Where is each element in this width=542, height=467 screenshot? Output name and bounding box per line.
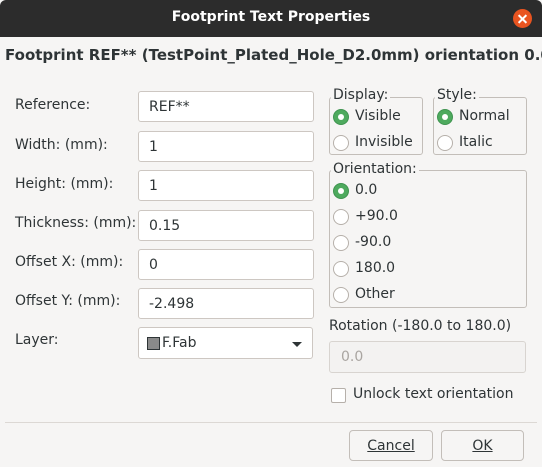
reference-input[interactable] [138, 91, 314, 122]
window-title: Footprint Text Properties [171, 9, 371, 25]
width-label: Width: (mm): [15, 137, 108, 153]
chevron-down-icon [292, 342, 302, 347]
radio-unchecked-icon [333, 235, 349, 251]
radio-checked-icon [437, 109, 453, 125]
radio-unchecked-icon [437, 135, 453, 151]
orientation-group-title: Orientation: [331, 161, 419, 177]
rotation-label: Rotation (-180.0 to 180.0) [329, 318, 512, 334]
dialog-header: Footprint REF** (TestPoint_Plated_Hole_D… [5, 46, 542, 64]
layer-label: Layer: [15, 332, 59, 348]
close-icon[interactable] [513, 9, 532, 28]
radio-unchecked-icon [333, 261, 349, 277]
offset-x-input[interactable] [138, 249, 314, 280]
height-label: Height: (mm): [15, 176, 114, 192]
unlock-orientation-label: Unlock text orientation [353, 386, 514, 402]
ok-button[interactable]: OK [441, 430, 524, 461]
thickness-label: Thickness: (mm): [15, 215, 137, 231]
reference-label: Reference: [15, 97, 91, 113]
offset-x-label: Offset X: (mm): [15, 254, 124, 270]
style-group-title: Style: [435, 87, 479, 103]
width-input[interactable] [138, 131, 314, 162]
radio-unchecked-icon [333, 287, 349, 303]
title-bar: Footprint Text Properties [0, 0, 542, 37]
offset-y-label: Offset Y: (mm): [15, 293, 121, 309]
rotation-input [329, 341, 526, 373]
radio-checked-icon [333, 183, 349, 199]
radio-checked-icon [333, 109, 349, 125]
thickness-input[interactable] [138, 210, 314, 241]
height-input[interactable] [138, 170, 314, 201]
layer-select-value: F.Fab [162, 335, 197, 351]
divider [5, 422, 537, 423]
radio-unchecked-icon [333, 135, 349, 151]
display-group-title: Display: [331, 87, 391, 103]
layer-color-swatch [147, 337, 160, 350]
offset-y-input[interactable] [138, 288, 314, 319]
checkbox-unchecked-icon [331, 388, 346, 403]
radio-unchecked-icon [333, 209, 349, 225]
cancel-button[interactable]: Cancel [349, 430, 433, 461]
layer-select[interactable]: F.Fab [138, 327, 313, 359]
